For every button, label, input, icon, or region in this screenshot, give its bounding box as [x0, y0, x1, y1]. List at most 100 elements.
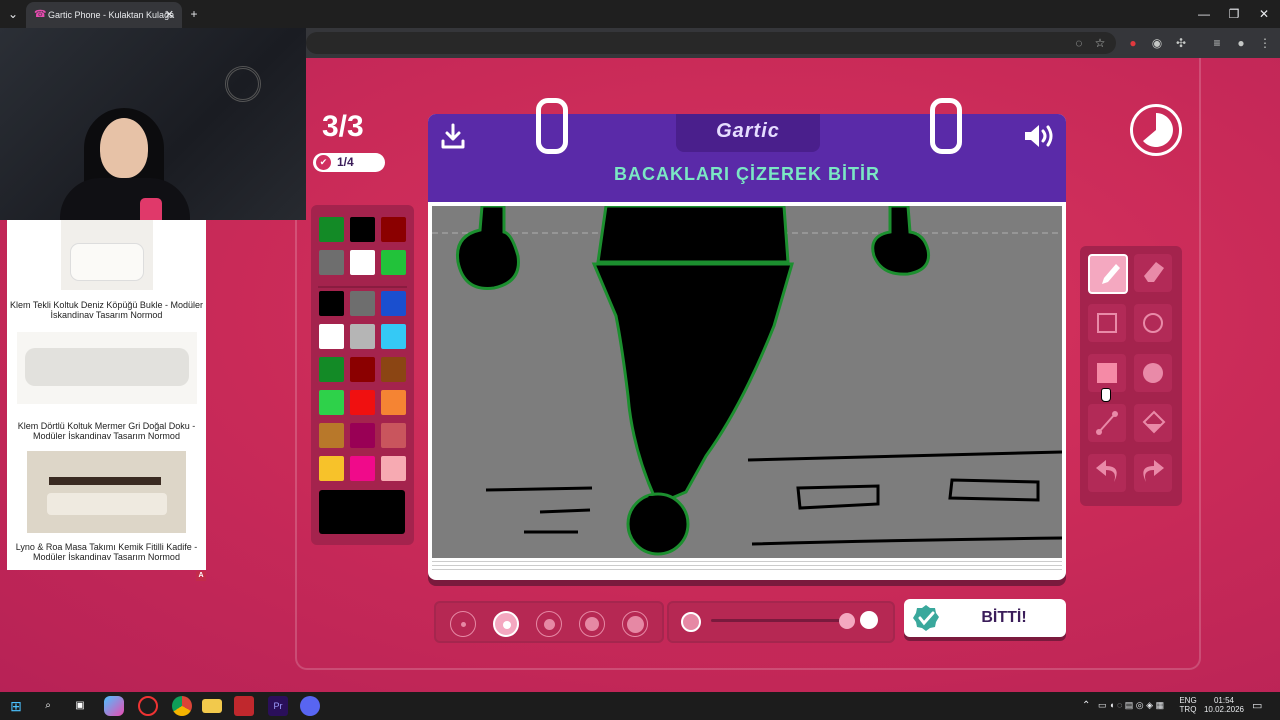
rectangle-fill-tool[interactable]: [1088, 354, 1126, 392]
clock[interactable]: 01:54 10.02.2026: [1200, 696, 1248, 714]
chrome-icon[interactable]: [172, 696, 192, 716]
start-windows-icon[interactable]: ⊞: [6, 696, 26, 716]
done-count-badge: ✔ 1/4: [313, 153, 385, 172]
timer-icon: [1130, 104, 1182, 156]
color-swatch[interactable]: [381, 390, 406, 415]
brush-size-dot: [585, 617, 599, 631]
volume-icon[interactable]: [1022, 122, 1056, 150]
notifications-icon[interactable]: ▭: [1252, 699, 1262, 712]
tab-title: Gartic Phone - Kulaktan Kulağa: [48, 10, 175, 20]
eraser-tool[interactable]: [1134, 254, 1172, 292]
opacity-knob[interactable]: [839, 613, 855, 629]
gartic-favicon-icon: ☎: [34, 9, 47, 20]
color-swatch[interactable]: [350, 357, 375, 382]
circle-outline-icon: [1143, 313, 1163, 333]
tray-overflow-icon[interactable]: ⌃: [1082, 700, 1090, 711]
discord-icon[interactable]: [300, 696, 320, 716]
color-swatch[interactable]: [350, 423, 375, 448]
streamer-face: [100, 118, 148, 178]
ad-product-caption[interactable]: Lyno & Roa Masa Takımı Kemik Fitilli Kad…: [7, 542, 206, 562]
file-explorer-icon[interactable]: [202, 699, 222, 713]
browser-tab[interactable]: ☎ Gartic Phone - Kulaktan Kulağa ✕: [26, 2, 182, 28]
brush-size-dot: [503, 621, 511, 629]
color-swatch[interactable]: [381, 357, 406, 382]
ad-banner[interactable]: Klem Tekli Koltuk Deniz Köpüğü Bukle - M…: [7, 220, 206, 570]
address-bar[interactable]: [306, 32, 1116, 54]
reading-list-icon[interactable]: ≡: [1208, 34, 1226, 52]
line-tool[interactable]: [1088, 404, 1126, 442]
color-swatch[interactable]: [319, 456, 344, 481]
download-icon[interactable]: [440, 122, 466, 150]
color-swatch[interactable]: [350, 250, 375, 275]
extensions-puzzle-icon[interactable]: ✣: [1172, 34, 1190, 52]
minimize-button[interactable]: —: [1194, 0, 1214, 28]
voice-app-icon[interactable]: [234, 696, 254, 716]
ellipse-fill-tool[interactable]: [1134, 354, 1172, 392]
app-icon[interactable]: [138, 696, 158, 716]
color-swatch[interactable]: [381, 423, 406, 448]
ad-product-caption[interactable]: Klem Dörtlü Koltuk Mermer Gri Doğal Doku…: [7, 421, 206, 441]
undo-tool[interactable]: [1088, 454, 1126, 492]
armchair-image[interactable]: [61, 220, 153, 290]
color-swatch[interactable]: [319, 423, 344, 448]
color-swatch[interactable]: [381, 456, 406, 481]
new-tab-button[interactable]: +: [184, 0, 204, 28]
microphone: [140, 198, 162, 220]
restore-button[interactable]: ❐: [1224, 0, 1244, 28]
color-swatch[interactable]: [381, 250, 406, 275]
language-primary: ENG: [1179, 696, 1197, 705]
color-swatch[interactable]: [350, 456, 375, 481]
tab-search-button[interactable]: ⌄: [3, 0, 23, 28]
drawing-canvas[interactable]: [432, 206, 1062, 558]
color-swatch[interactable]: [381, 217, 406, 242]
color-swatch[interactable]: [319, 324, 344, 349]
brush-size-option[interactable]: [579, 611, 605, 637]
fill-bucket-tool[interactable]: [1134, 404, 1172, 442]
brush-size-option[interactable]: [536, 611, 562, 637]
opacity-slider[interactable]: [667, 601, 895, 643]
window-close-button[interactable]: ✕: [1254, 0, 1274, 28]
pencil-tool[interactable]: [1088, 254, 1128, 294]
bookmark-star-icon[interactable]: ☆: [1091, 34, 1109, 52]
rectangle-outline-tool[interactable]: [1088, 304, 1126, 342]
extension-gray-icon[interactable]: ◉: [1148, 34, 1166, 52]
color-swatch[interactable]: [381, 324, 406, 349]
undo-icon: [1096, 460, 1117, 482]
brush-size-option[interactable]: [622, 611, 648, 637]
color-swatch[interactable]: [319, 291, 344, 316]
redo-tool[interactable]: [1134, 454, 1172, 492]
input-language[interactable]: ENG TRQ: [1174, 696, 1202, 714]
opacity-track[interactable]: [711, 619, 847, 622]
dining-set-image[interactable]: [27, 451, 186, 533]
square-fill-icon: [1097, 363, 1117, 383]
ellipse-outline-tool[interactable]: [1134, 304, 1172, 342]
extension-red-icon[interactable]: ●: [1124, 34, 1142, 52]
color-swatch[interactable]: [381, 291, 406, 316]
premiere-pro-icon[interactable]: Pr: [268, 696, 288, 716]
color-swatch[interactable]: [350, 291, 375, 316]
redo-icon: [1143, 460, 1164, 482]
color-swatch[interactable]: [350, 390, 375, 415]
ad-badge[interactable]: A: [196, 571, 206, 581]
tab-close-icon[interactable]: ✕: [165, 2, 174, 28]
search-icon[interactable]: ⌕: [38, 696, 58, 716]
eye-off-icon[interactable]: ◌: [1070, 34, 1088, 52]
color-swatch[interactable]: [319, 357, 344, 382]
ad-product-caption[interactable]: Klem Tekli Koltuk Deniz Köpüğü Bukle - M…: [7, 300, 206, 320]
color-palette: [311, 205, 414, 545]
color-swatch[interactable]: [319, 390, 344, 415]
profile-avatar-icon[interactable]: ●: [1232, 34, 1250, 52]
color-swatch[interactable]: [319, 217, 344, 242]
brush-size-option[interactable]: [450, 611, 476, 637]
color-swatch[interactable]: [319, 250, 344, 275]
square-outline-icon: [1097, 313, 1117, 333]
done-button[interactable]: BİTTİ!: [904, 599, 1066, 637]
sofa-image[interactable]: [17, 332, 197, 404]
task-view-icon[interactable]: ▣: [70, 696, 90, 716]
copilot-icon[interactable]: [104, 696, 124, 716]
brush-size-option[interactable]: [493, 611, 519, 637]
color-swatch[interactable]: [350, 324, 375, 349]
browser-menu-icon[interactable]: ⋮: [1256, 34, 1274, 52]
network-battery-icons[interactable]: ▭ ◖ ◌ ▤ ◎ ◈ ▦: [1098, 700, 1164, 711]
color-swatch[interactable]: [350, 217, 375, 242]
